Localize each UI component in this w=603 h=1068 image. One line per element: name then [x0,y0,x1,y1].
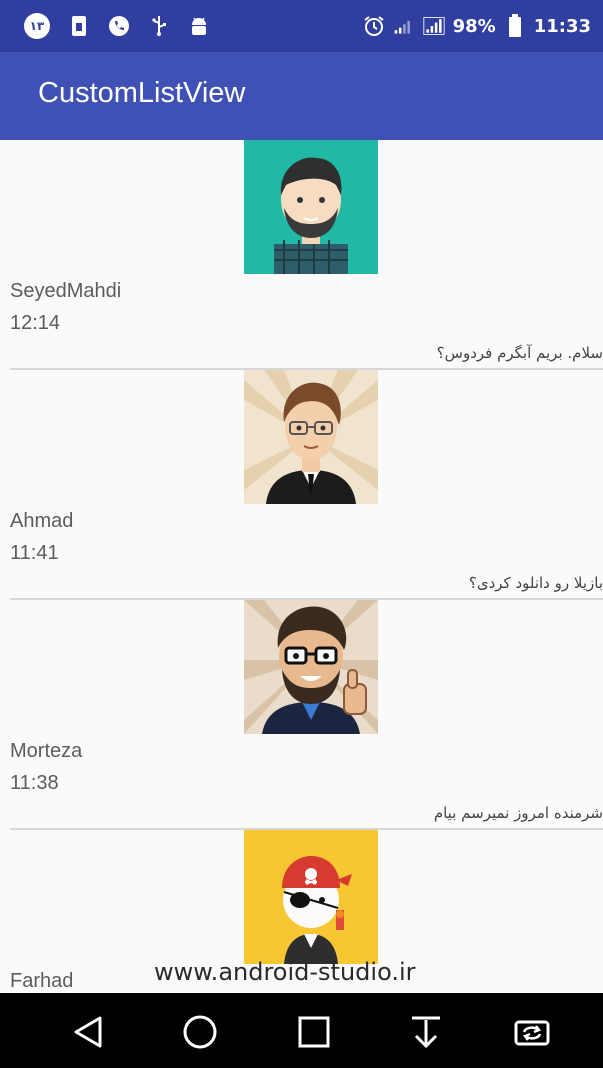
contact-time: 11:38 [10,772,59,794]
alarm-icon [363,15,385,37]
battery-percent: 98% [452,15,496,37]
avatar-thumbs-up-icon [244,600,378,734]
contact-time: 11:41 [10,542,59,564]
status-left-icons: ۱۳ [24,10,210,42]
sim-icon [68,15,90,37]
recents-icon [298,1016,330,1048]
contact-message: سلام. بریم آبگرم فردوس؟ [436,344,603,362]
battery-icon [504,14,526,37]
notification-pull-icon [412,1016,440,1049]
usb-icon [148,15,170,37]
list-item[interactable]: Morteza 11:38 شرمنده امروز نمیرسم بیام [0,600,603,830]
avatar-glasses-suit-icon [244,370,378,504]
app-screen: ۱۳ 98% 11:33 CustomListView SeyedMahdi 1… [0,0,603,1068]
navigation-bar [0,993,603,1068]
contact-message: شرمنده امروز نمیرسم بیام [433,804,603,822]
app-title: CustomListView [38,77,246,109]
list-item[interactable]: Ahmad 11:41 بازیلا رو دانلود کردی؟ [0,370,603,600]
app-bar: CustomListView [0,52,603,140]
screen-rotate-icon [514,1020,550,1046]
status-bar: ۱۳ 98% 11:33 [0,0,603,52]
phone-icon [108,15,130,37]
watermark-text: www.android-studio.ir [154,958,416,986]
home-icon [183,1015,217,1049]
contact-name: Morteza [10,740,83,762]
status-time: 11:33 [533,15,591,37]
back-icon [74,1016,102,1048]
avatar-pirate-icon [244,830,378,964]
contact-name: SeyedMahdi [10,280,122,302]
contact-name: Ahmad [10,510,74,532]
back-button[interactable] [64,1008,112,1056]
contact-message: بازیلا رو دانلود کردی؟ [468,574,603,592]
status-right-icons: 98% 11:33 [363,10,591,42]
notification-pull-button[interactable] [402,1008,450,1056]
contact-name: Farhad [10,970,74,992]
notification-count-badge: ۱۳ [24,13,50,39]
avatar-bearded-man-icon [244,140,378,274]
recents-button[interactable] [290,1008,338,1056]
android-debug-icon [188,15,210,37]
list-item[interactable]: SeyedMahdi 12:14 سلام. بریم آبگرم فردوس؟ [0,140,603,370]
contact-list[interactable]: SeyedMahdi 12:14 سلام. بریم آبگرم فردوس؟ [0,140,603,992]
home-button[interactable] [176,1008,224,1056]
contact-time: 12:14 [10,312,61,334]
screen-rotate-button[interactable] [508,1008,556,1056]
signal-icon [393,15,415,37]
signal-icon-2 [423,15,445,37]
